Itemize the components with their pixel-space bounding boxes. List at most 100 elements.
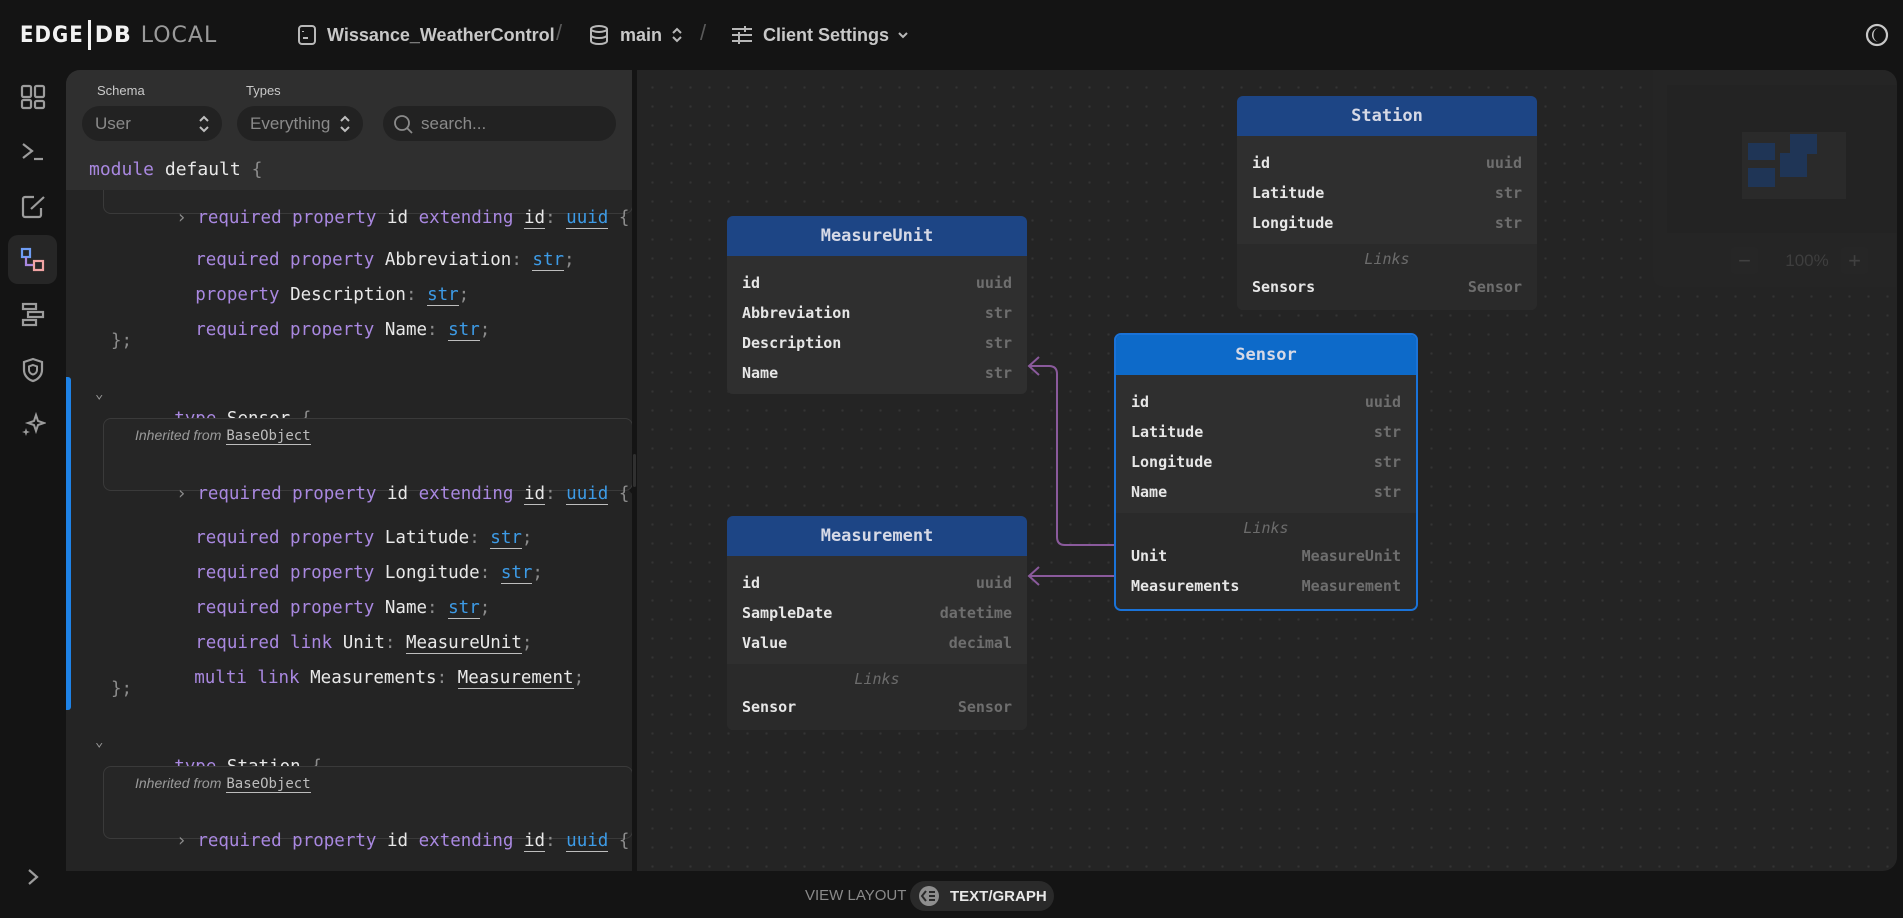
sidebar-item-ai[interactable]: [8, 400, 57, 449]
zoom-out-button[interactable]: −: [1731, 247, 1758, 274]
links-heading: Links: [1364, 250, 1410, 268]
top-header: EDGE DB LOCAL Wissance_WeatherControl / …: [0, 0, 1903, 70]
breadcrumb-separator: /: [556, 20, 563, 45]
link-name: Sensors: [1252, 278, 1316, 296]
module-declaration: module default {: [89, 159, 262, 180]
node-sensor[interactable]: Sensor id uuid Latitude str Longitude str Name s…: [1114, 333, 1418, 611]
types-select[interactable]: Everything: [237, 106, 363, 141]
node-property-row[interactable]: id uuid: [727, 268, 1027, 298]
property-type: uuid: [1364, 393, 1401, 411]
open-brace: {: [251, 159, 263, 180]
layout-toggle-icon: [919, 886, 939, 906]
node-property-row[interactable]: SampleDate datetime: [727, 598, 1027, 628]
collapse-chevron-icon[interactable]: ⌄: [95, 734, 103, 750]
property-name: Longitude: [1131, 453, 1213, 471]
schema-search[interactable]: [383, 106, 616, 141]
minimap[interactable]: [1667, 85, 1897, 233]
property-name: Latitude: [1131, 423, 1204, 441]
property-type: decimal: [948, 634, 1012, 652]
expand-chevron-icon[interactable]: ›: [176, 484, 187, 504]
breadcrumb-separator: /: [700, 20, 707, 45]
node-link-row[interactable]: Measurements Measurement: [1116, 571, 1416, 601]
minimap-node-sensor: [1780, 153, 1807, 177]
close-brace: };: [111, 679, 133, 699]
node-property-row[interactable]: Value decimal: [727, 628, 1027, 658]
zoom-in-button[interactable]: +: [1841, 247, 1868, 274]
node-property-row[interactable]: Name str: [1116, 477, 1416, 507]
link-target: Sensor: [1467, 278, 1522, 296]
instance-icon: [298, 25, 316, 45]
types-label: Types: [246, 83, 281, 98]
node-station[interactable]: Station id uuid Latitude str Longitude str Link…: [1237, 96, 1537, 310]
node-property-row[interactable]: id uuid: [1237, 148, 1537, 178]
instance-breadcrumb[interactable]: Wissance_WeatherControl: [297, 22, 555, 48]
base-object-link[interactable]: BaseObject: [226, 776, 311, 793]
expand-chevron-icon[interactable]: ›: [176, 831, 187, 851]
sidebar-item-repl[interactable]: [8, 127, 57, 176]
node-title: Measurement: [727, 516, 1027, 556]
node-property-row[interactable]: Latitude str: [1237, 178, 1537, 208]
node-properties: id uuid Latitude str Longitude str: [1237, 136, 1537, 244]
layout-toggle-button[interactable]: TEXT/GRAPH: [910, 881, 1054, 911]
node-link-row[interactable]: Unit MeasureUnit: [1116, 541, 1416, 571]
branch-selector[interactable]: main: [588, 22, 684, 48]
logo-db: DB: [94, 22, 132, 48]
property-type: str: [984, 334, 1012, 352]
schema-code: › required property id extending id: uui…: [66, 70, 632, 871]
minus-icon: −: [1731, 247, 1758, 274]
sidebar-item-auth-admin[interactable]: [8, 345, 57, 394]
branch-name: main: [620, 24, 663, 45]
database-icon: [590, 25, 608, 46]
minimap-node-station: [1790, 134, 1817, 154]
sidebar-item-schema[interactable]: [8, 235, 57, 284]
node-property-row[interactable]: Longitude str: [1116, 447, 1416, 477]
property-type: str: [984, 364, 1012, 382]
link-name: Unit: [1131, 547, 1168, 565]
node-measureunit[interactable]: MeasureUnit id uuid Abbreviation str Descript…: [727, 216, 1027, 394]
collapse-chevron-icon[interactable]: ⌄: [95, 386, 103, 402]
chevron-right-icon: [28, 869, 39, 885]
base-object-link[interactable]: BaseObject: [226, 428, 311, 445]
node-link-row[interactable]: Sensor Sensor: [727, 692, 1027, 722]
sidebar-expand-button[interactable]: [20, 862, 46, 892]
moon-icon: [1865, 23, 1889, 47]
sliders-icon: [732, 26, 752, 44]
chevron-down-icon: [898, 32, 908, 39]
node-property-row[interactable]: Longitude str: [1237, 208, 1537, 238]
client-settings-button[interactable]: Client Settings: [731, 22, 909, 48]
node-property-row[interactable]: id uuid: [727, 568, 1027, 598]
link-line-measurements[interactable]: multi link Measurements: Measurement;: [131, 642, 584, 714]
search-input[interactable]: [421, 113, 601, 134]
link-name: Measurements: [1131, 577, 1240, 595]
module-name: default: [164, 159, 241, 180]
edgedb-logo[interactable]: EDGE DB LOCAL: [20, 20, 217, 50]
property-name: Abbreviation: [742, 304, 851, 322]
schema-select[interactable]: User: [82, 106, 222, 141]
schema-graph-icon: [20, 247, 44, 271]
node-link-row[interactable]: Sensors Sensor: [1237, 272, 1537, 302]
sidebar-item-data-explorer[interactable]: [8, 290, 57, 339]
node-title: Station: [1237, 96, 1537, 136]
dashboard-icon: [20, 84, 45, 109]
node-property-row[interactable]: Latitude str: [1116, 417, 1416, 447]
node-property-row[interactable]: Name str: [727, 358, 1027, 388]
node-properties: id uuid Latitude str Longitude str Name str: [1116, 375, 1416, 513]
minimap-node-measurement: [1748, 168, 1775, 187]
property-line-latitude[interactable]: required property Latitude: str;: [132, 850, 532, 871]
property-name: SampleDate: [742, 604, 833, 622]
sidebar-item-editor[interactable]: [8, 182, 57, 231]
node-links: Links Sensor Sensor: [727, 664, 1027, 730]
node-property-row[interactable]: Abbreviation str: [727, 298, 1027, 328]
property-name: Longitude: [1252, 214, 1334, 232]
node-measurement[interactable]: Measurement id uuid SampleDate datetime Value…: [727, 516, 1027, 730]
node-links: Links Unit MeasureUnit Measurements Measurem…: [1116, 513, 1416, 609]
node-property-row[interactable]: id uuid: [1116, 387, 1416, 417]
node-property-row[interactable]: Description str: [727, 328, 1027, 358]
property-line-name[interactable]: required property Name: str;: [132, 294, 490, 366]
selected-type-indicator: [66, 377, 71, 710]
sidebar-item-dashboard[interactable]: [8, 72, 57, 121]
property-name: id: [1252, 154, 1271, 172]
theme-toggle-button[interactable]: [1864, 22, 1890, 48]
schema-graph-canvas[interactable]: Station id uuid Latitude str Longitude str Link…: [637, 70, 1897, 871]
minimap-node-measureunit: [1748, 143, 1775, 160]
